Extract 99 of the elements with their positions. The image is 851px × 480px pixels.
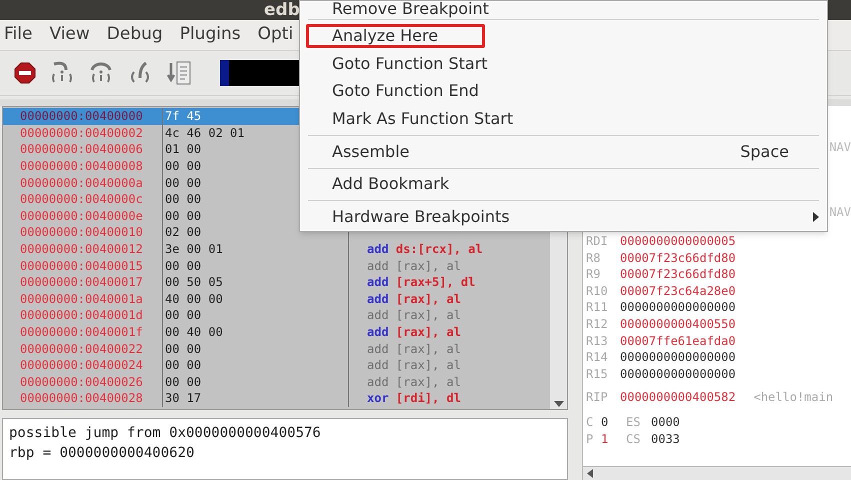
instruction-cell-text: add [rax], al <box>367 290 461 308</box>
menu-item[interactable]: Opti <box>258 22 294 48</box>
flag-name: P <box>586 430 594 448</box>
register-name: R9 <box>586 266 602 283</box>
bytes-cell-text: 00 00 <box>165 174 202 192</box>
segment-value: 0000 <box>651 414 680 431</box>
register-comment: NAV <box>829 139 851 156</box>
shortcut-label: Space <box>740 140 789 163</box>
instruction-cell-text: add [rax], al <box>367 307 461 324</box>
menu-item[interactable]: Debug <box>106 22 163 48</box>
menu-item[interactable]: Remove Breakpoint <box>332 1 489 17</box>
register-name: R10 <box>586 282 609 300</box>
scroll-left-icon[interactable] <box>587 469 593 478</box>
flag-value: 0 <box>601 414 610 431</box>
address-cell-text: 00000000:00400028 <box>20 390 143 408</box>
bytes-cell-text: 00 50 05 <box>165 274 223 292</box>
register-name: RDI <box>586 233 609 250</box>
menu-item[interactable]: Hardware Breakpoints <box>332 205 510 230</box>
bytes-cell-text: 40 00 00 <box>165 290 223 308</box>
bytes-cell-text: 01 00 <box>165 141 202 158</box>
document-icon[interactable] <box>166 60 192 86</box>
address-cell-text: 00000000:00400000 <box>20 108 143 126</box>
menu-item[interactable]: File <box>4 22 32 48</box>
register-comment: NAV <box>829 204 851 221</box>
log-line: possible jump from 0x0000000000400576 <box>9 424 322 443</box>
bytes-cell-text: 00 00 <box>165 307 202 324</box>
address-cell-text: 00000000:00400006 <box>20 141 143 158</box>
address-cell-text: 00000000:0040000c <box>20 191 143 208</box>
bytes-cell-text: 00 00 <box>165 340 202 358</box>
register-value: 0000000000000000 <box>620 349 736 366</box>
menu-item[interactable]: Add Bookmark <box>332 172 450 196</box>
log-line: rbp = 0000000000400620 <box>9 444 196 463</box>
bytes-cell-text: 00 00 <box>165 258 202 275</box>
bytes-cell-text: 02 00 <box>165 224 202 242</box>
register-name: R15 <box>586 366 609 382</box>
bytes-cell-text: 30 17 <box>165 390 202 408</box>
address-cell-text: 00000000:0040001a <box>20 290 143 308</box>
instruction-cell-text: add [rax], al <box>367 258 461 275</box>
register-value: 0000000000400582 <box>620 389 736 406</box>
menu-item[interactable]: Assemble <box>332 140 410 164</box>
segment-name: CS <box>626 430 642 448</box>
menu-item[interactable]: Goto Function Start <box>332 52 488 76</box>
address-cell-text: 00000000:00400017 <box>20 274 143 292</box>
symbol-label: <hello!main <box>754 389 834 406</box>
register-value: 00007f23c66dfd80 <box>620 266 736 283</box>
bytes-cell-text: 4c 46 02 01 <box>165 124 244 142</box>
register-name: R8 <box>586 250 602 266</box>
menu-item[interactable]: Plugins <box>180 22 241 48</box>
address-cell-text: 00000000:00400022 <box>20 340 143 358</box>
bytes-cell-text: 3e 00 01 <box>165 241 223 258</box>
address-cell-text: 00000000:00400002 <box>20 124 143 142</box>
address-cell-text: 00000000:0040000a <box>20 174 143 192</box>
address-cell-text: 00000000:00400010 <box>20 224 143 242</box>
register-name: R12 <box>586 316 609 333</box>
bytes-cell-text: 00 00 <box>165 374 202 391</box>
bytes-cell-text: 00 40 00 <box>165 324 223 342</box>
stop-icon[interactable] <box>14 62 36 84</box>
address-cell-text: 00000000:00400024 <box>20 357 143 374</box>
instruction-cell-text: add [rax], al <box>367 357 461 374</box>
menu-item[interactable]: Analyze Here <box>306 24 486 48</box>
bytes-cell-text: 00 00 <box>165 158 202 176</box>
bytes-cell-text: 00 00 <box>165 208 202 225</box>
register-name: R13 <box>586 332 609 350</box>
bytes-cell-text: 00 00 <box>165 191 202 208</box>
menu-item[interactable]: Goto Function End <box>332 79 479 104</box>
register-value: 0000000000400550 <box>620 316 736 333</box>
horizontal-scrollbar[interactable] <box>583 466 851 480</box>
scroll-down-icon[interactable] <box>554 401 564 407</box>
register-value: 00007f23c64a28e0 <box>620 282 736 300</box>
address-cell-text: 00000000:0040001d <box>20 307 143 324</box>
address-cell-text: 00000000:00400026 <box>20 374 143 391</box>
segment-value: 0033 <box>651 430 680 448</box>
flag-value: 1 <box>601 430 610 448</box>
register-name: RIP <box>586 389 609 406</box>
address-cell-text: 00000000:00400008 <box>20 158 143 176</box>
address-cell-text: 00000000:0040000e <box>20 208 143 225</box>
register-value: 0000000000000000 <box>620 299 736 316</box>
address-cell-text: 00000000:00400012 <box>20 241 143 258</box>
segment-name: ES <box>626 414 642 431</box>
register-value: 0000000000000000 <box>620 366 736 382</box>
window-title: edb <box>264 2 300 18</box>
instruction-cell-text: add [rax], al <box>367 324 461 342</box>
register-value: 00007f23c66dfd80 <box>620 250 736 266</box>
menu-item[interactable]: Mark As Function Start <box>332 107 514 131</box>
address-cell-text: 00000000:00400015 <box>20 258 143 275</box>
register-name: R11 <box>586 299 609 316</box>
instruction-cell-text: xor [rdi], dl <box>367 390 461 408</box>
instruction-cell-text: add [rax], al <box>367 340 461 358</box>
register-value: 0000000000000005 <box>620 233 736 250</box>
instruction-cell-text: add [rax], al <box>367 374 461 391</box>
register-name: R14 <box>586 349 609 366</box>
instruction-cell-text: add ds:[rcx], al <box>367 241 483 258</box>
bytes-cell-text: 00 00 <box>165 357 202 374</box>
menu-item[interactable]: View <box>49 22 90 48</box>
flag-name: C <box>586 414 594 431</box>
instruction-cell-text: add [rax+5], dl <box>367 274 476 292</box>
bytes-cell-text: 7f 45 <box>165 108 202 126</box>
address-cell-text: 00000000:0040001f <box>20 324 143 342</box>
register-value: 00007ffe61eafda0 <box>620 332 736 350</box>
